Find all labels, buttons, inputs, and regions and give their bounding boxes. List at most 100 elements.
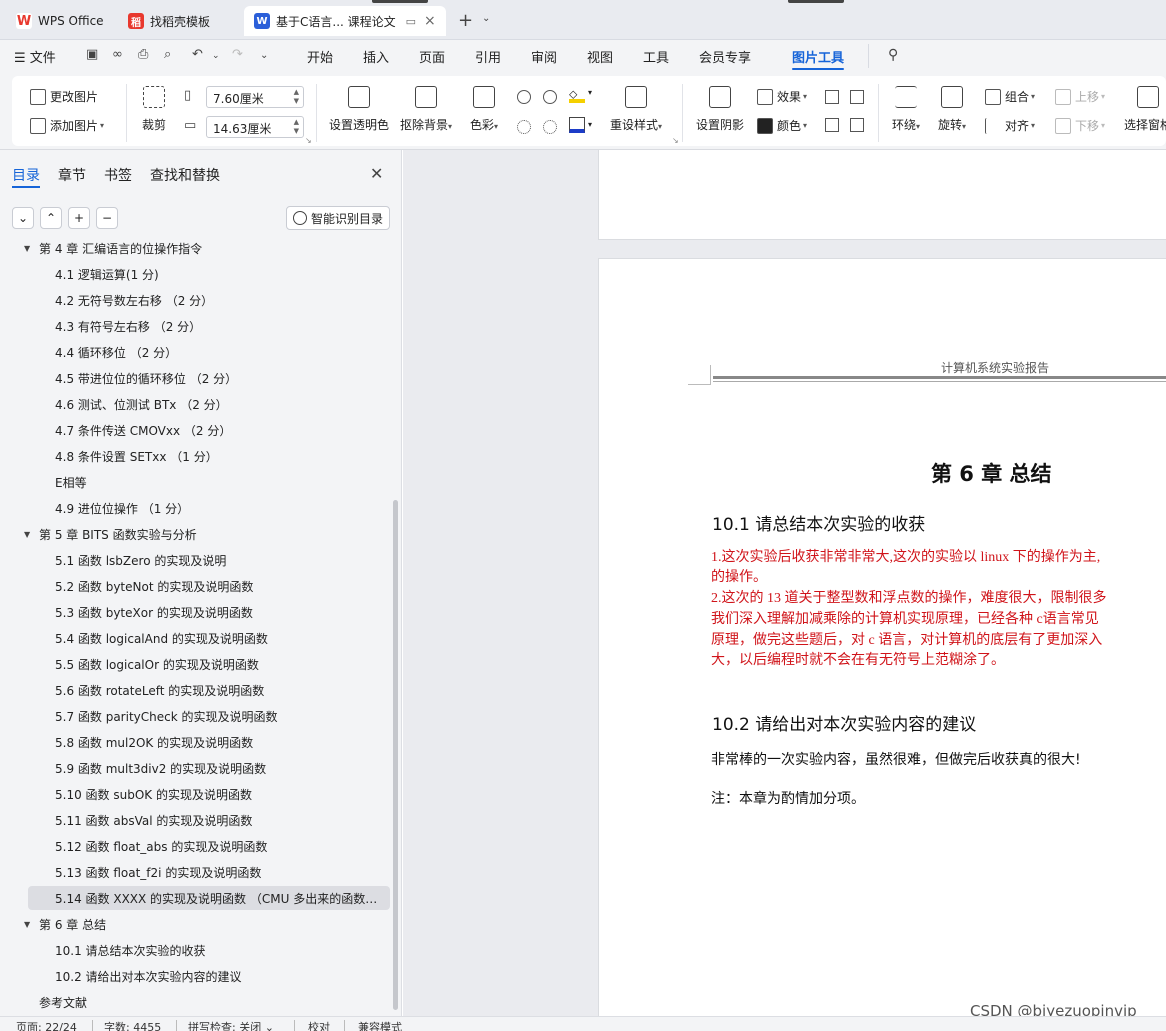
menu-tools[interactable]: 工具 (643, 47, 669, 66)
toc-section[interactable]: 5.12 函数 float_abs 的实现及说明函数 (0, 834, 392, 858)
redo-icon[interactable]: ↷ (232, 47, 243, 62)
reset-style-button[interactable]: 重设样式▾ (610, 86, 662, 133)
toc-section[interactable]: 4.2 无符号数左右移 （2 分） (0, 288, 392, 312)
page-indicator[interactable]: 页面: 22/24 (16, 1019, 77, 1031)
brightness-up-icon[interactable] (517, 90, 531, 104)
toc-chapter[interactable]: ▼ 第 5 章 BITS 函数实验与分析 (0, 522, 392, 546)
chevron-down-icon[interactable]: ▾ (588, 120, 592, 129)
menu-start[interactable]: 开始 (307, 47, 333, 66)
set-shadow-button[interactable]: 设置阴影 (696, 86, 744, 133)
toc-chapter[interactable]: ▼ 第 4 章 汇编语言的位操作指令 (0, 242, 392, 260)
shadow-offset-right-icon[interactable] (850, 118, 864, 132)
collapse-button[interactable]: ⌄ (12, 207, 34, 229)
undo-icon[interactable]: ↶ (192, 47, 203, 62)
menu-reference[interactable]: 引用 (475, 47, 501, 66)
expand-triangle-icon[interactable]: ▼ (24, 530, 30, 539)
scrollbar[interactable] (393, 500, 398, 1010)
expand-button[interactable]: ⌃ (40, 207, 62, 229)
chevron-down-icon[interactable]: ⌄ (212, 51, 220, 61)
toc-section[interactable]: 5.3 函数 byteXor 的实现及说明函数 (0, 600, 392, 624)
effect-button[interactable]: 效果 ▾ (757, 88, 807, 105)
print-preview-icon[interactable]: ⌕ (164, 47, 171, 62)
toc-section[interactable]: 5.2 函数 byteNot 的实现及说明函数 (0, 574, 392, 598)
outline-color-icon[interactable] (569, 117, 585, 133)
spell-check[interactable]: 拼写检查: 关闭 ⌄ (188, 1019, 274, 1031)
print-icon[interactable]: ⎙ (138, 47, 148, 62)
menu-picture-tools[interactable]: 图片工具 (792, 47, 844, 66)
add-heading-button[interactable]: + (68, 207, 90, 229)
menu-review[interactable]: 审阅 (531, 47, 557, 66)
toc-section[interactable]: 5.10 函数 subOK 的实现及说明函数 (0, 782, 392, 806)
toc-section[interactable]: 5.13 函数 float_f2i 的实现及说明函数 (0, 860, 392, 884)
menu-page[interactable]: 页面 (419, 47, 445, 66)
add-image-button[interactable]: 添加图片 ▾ (30, 117, 104, 134)
wrap-button[interactable]: 环绕▾ (892, 86, 920, 133)
toc-section[interactable]: E相等 (0, 470, 392, 494)
stepper-arrows[interactable]: ▲ ▼ (294, 118, 299, 136)
toc-chapter[interactable]: ▼ 第 6 章 总结 (0, 912, 392, 936)
monitor-icon[interactable]: ▭ (406, 15, 416, 28)
toc-section[interactable]: 4.3 有符号左右移 （2 分） (0, 314, 392, 338)
toc-section[interactable]: 10.2 请给出对本次实验内容的建议 (0, 964, 392, 988)
toc-section[interactable]: 4.8 条件设置 SETxx （1 分） (0, 444, 392, 468)
menu-insert[interactable]: 插入 (363, 47, 389, 66)
color-button[interactable]: 颜色 ▾ (757, 117, 807, 134)
toc-section[interactable]: 5.11 函数 absVal 的实现及说明函数 (0, 808, 392, 832)
bring-forward-button[interactable]: 上移 ▾ (1055, 88, 1105, 105)
toc-section[interactable]: 4.6 测试、位测试 BTx （2 分） (0, 392, 392, 416)
width-field[interactable]: 7.60厘米 ▲ ▼ (206, 86, 304, 108)
set-transparent-button[interactable]: 设置透明色 (329, 86, 389, 133)
height-field[interactable]: 14.63厘米 ▲ ▼ (206, 116, 304, 138)
new-tab-icon[interactable]: + (458, 10, 473, 31)
menu-member[interactable]: 会员专享 (699, 47, 751, 66)
toc-section[interactable]: 4.5 带进位位的循环移位 （2 分） (0, 366, 392, 390)
stepper-arrows[interactable]: ▲ ▼ (294, 88, 299, 106)
toc-section[interactable]: 5.14 函数 XXXX 的实现及说明函数 （CMU 多出来的函数- ... (28, 886, 390, 910)
shadow-offset-down-icon[interactable] (850, 90, 864, 104)
brightness-down-icon[interactable] (517, 120, 531, 134)
search-icon[interactable]: ⚲ (888, 47, 898, 63)
toc-section[interactable]: 4.4 循环移位 （2 分） (0, 340, 392, 364)
toc-section[interactable]: 4.7 条件传送 CMOVxx （2 分） (0, 418, 392, 442)
rotate-button[interactable]: 旋转▾ (938, 86, 966, 133)
chevron-down-icon[interactable]: ⌄ (482, 13, 490, 24)
toc-section[interactable]: 4.9 进位位操作 （1 分） (0, 496, 392, 520)
expand-group-icon[interactable]: ↘ (305, 136, 312, 145)
align-button[interactable]: 对齐 ▾ (985, 117, 1035, 134)
shadow-offset-up-icon[interactable] (825, 90, 839, 104)
close-icon[interactable]: ✕ (370, 164, 383, 183)
change-image-button[interactable]: 更改图片 (30, 88, 98, 105)
remove-heading-button[interactable]: − (96, 207, 118, 229)
tab-bookmarks[interactable]: 书签 (104, 165, 132, 185)
group-button[interactable]: 组合 ▾ (985, 88, 1035, 105)
file-menu[interactable]: ☰ 文件 (14, 47, 56, 66)
tab-find-replace[interactable]: 查找和替换 (150, 165, 220, 185)
toc-chapter[interactable]: 参考文献 (0, 990, 392, 1014)
contrast-down-icon[interactable] (543, 120, 557, 134)
toc-section[interactable]: 5.9 函数 mult3div2 的实现及说明函数 (0, 756, 392, 780)
chevron-down-icon[interactable]: ▾ (588, 88, 592, 97)
word-count[interactable]: 字数: 4455 (104, 1019, 161, 1031)
toc-section[interactable]: 5.7 函数 parityCheck 的实现及说明函数 (0, 704, 392, 728)
menu-view[interactable]: 视图 (587, 47, 613, 66)
toc-section[interactable]: 5.4 函数 logicalAnd 的实现及说明函数 (0, 626, 392, 650)
tab-docer[interactable]: 稻 找稻壳模板 (118, 6, 220, 36)
proofread[interactable]: 校对 (308, 1019, 330, 1031)
remove-background-button[interactable]: 抠除背景▾ (400, 86, 452, 133)
expand-group-icon[interactable]: ↘ (672, 136, 679, 145)
compat-mode[interactable]: 兼容模式 (358, 1019, 402, 1031)
color-tone-button[interactable]: 色彩▾ (470, 86, 498, 133)
tab-wps-office[interactable]: W WPS Office (6, 6, 114, 36)
smart-toc-button[interactable]: 智能识别目录 (286, 206, 390, 230)
chevron-down-icon[interactable]: ⌄ (260, 50, 268, 61)
crop-button[interactable]: 裁剪 (142, 86, 166, 133)
toc-section[interactable]: 10.1 请总结本次实验的收获 (0, 938, 392, 962)
shadow-offset-left-icon[interactable] (825, 118, 839, 132)
tab-document[interactable]: W 基于C语言... 课程论文 ▭ × (244, 6, 446, 36)
contrast-up-icon[interactable] (543, 90, 557, 104)
selection-pane-button[interactable]: 选择窗格 (1124, 86, 1166, 133)
toc-section[interactable]: 5.8 函数 mul2OK 的实现及说明函数 (0, 730, 392, 754)
save-icon[interactable]: ▣ (86, 47, 98, 62)
send-backward-button[interactable]: 下移 ▾ (1055, 117, 1105, 134)
toc-section[interactable]: 5.6 函数 rotateLeft 的实现及说明函数 (0, 678, 392, 702)
